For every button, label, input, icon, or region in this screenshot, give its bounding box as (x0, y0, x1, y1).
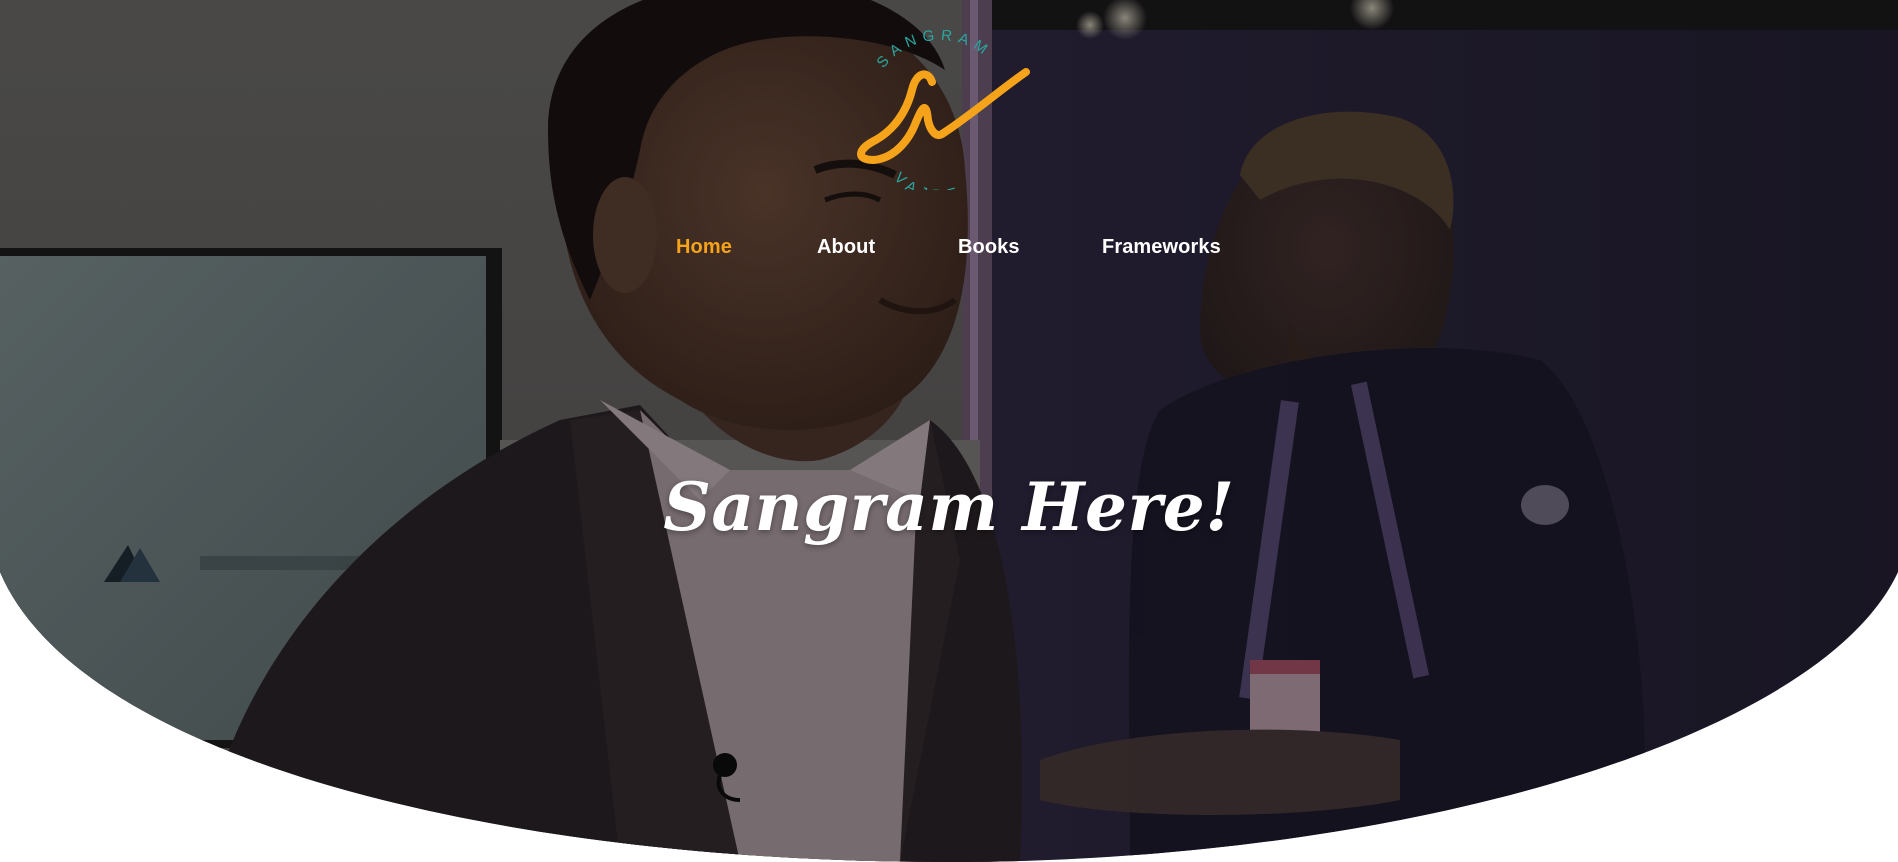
logo-top-text: SANGRAM (873, 30, 995, 71)
nav-item-about[interactable]: About (817, 236, 875, 259)
nav-item-books[interactable]: Books (958, 236, 1020, 259)
brand-logo[interactable]: SANGRAM VAJRE (840, 30, 1040, 190)
nav-item-home[interactable]: Home (676, 236, 732, 259)
hero-section: SANGRAM VAJRE Home About Books Framework… (0, 0, 1898, 862)
main-navigation: Home About Books Frameworks (0, 236, 1898, 266)
hero-headline: Sangram Here! (663, 468, 1235, 546)
nav-item-frameworks[interactable]: Frameworks (1102, 236, 1221, 259)
logo-signature-mark (857, 68, 1030, 164)
logo-bottom-text: VAJRE (891, 169, 965, 190)
